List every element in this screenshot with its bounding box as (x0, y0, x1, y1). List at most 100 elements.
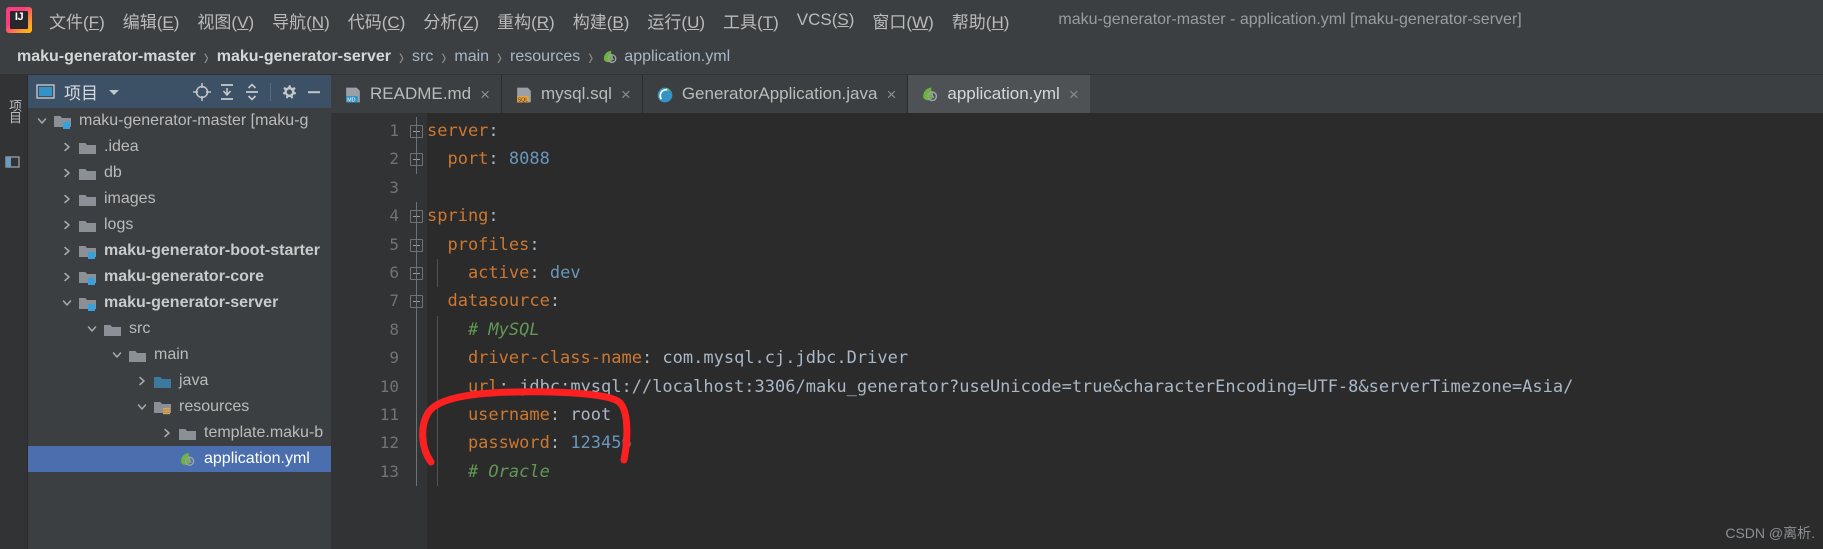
tab-application-yml[interactable]: application.yml × (907, 75, 1090, 113)
tool-window-button-project[interactable]: 项目 (2, 83, 26, 139)
breadcrumb-item[interactable]: maku-generator-master (12, 47, 201, 67)
tree-item-java[interactable]: java (28, 368, 331, 394)
menu-item-view[interactable]: 视图(V) (188, 4, 263, 37)
tree-item-logs[interactable]: logs (28, 212, 331, 238)
menu-item-build[interactable]: 构建(B) (564, 4, 639, 37)
minimize-icon[interactable] (303, 81, 325, 103)
menu-item-window[interactable]: 窗口(W) (863, 4, 942, 37)
menu-item-help[interactable]: 帮助(H) (943, 4, 1019, 37)
code-token-plain: jdbc:mysql://localhost:3306/maku_generat… (519, 376, 1574, 397)
chevron-right-icon[interactable] (59, 217, 75, 233)
structure-icon[interactable] (5, 155, 23, 171)
breadcrumb-item[interactable]: main (449, 47, 494, 67)
menu-item-analyze[interactable]: 分析(Z) (414, 4, 488, 37)
breadcrumb-item[interactable]: resources (505, 47, 585, 67)
menu-item-label: 文件( (49, 12, 89, 32)
code-line[interactable]: active: dev (427, 259, 581, 287)
tab-readme[interactable]: MD README.md × (331, 75, 501, 113)
menu-item-navigate[interactable]: 导航(N) (263, 4, 339, 37)
close-icon[interactable]: × (1069, 86, 1079, 103)
code-line[interactable]: # MySQL (427, 316, 540, 344)
project-tree[interactable]: maku-generator-master [maku-g .idea db imag… (28, 108, 331, 549)
chevron-down-icon[interactable] (34, 113, 50, 129)
tree-item-boot-starter[interactable]: maku-generator-boot-starter (28, 238, 331, 264)
line-number: 7 (389, 291, 399, 311)
menu-item-tools[interactable]: 工具(T) (714, 4, 788, 37)
code-line[interactable]: spring: (427, 202, 499, 230)
code-line[interactable]: password: 123456 (427, 429, 632, 457)
close-icon[interactable]: × (886, 86, 896, 103)
chevron-right-icon[interactable] (59, 269, 75, 285)
expand-all-icon[interactable] (216, 81, 238, 103)
breadcrumb-label: maku-generator-master (17, 48, 196, 65)
close-icon[interactable]: × (621, 86, 631, 103)
tree-item-idea[interactable]: .idea (28, 134, 331, 160)
chevron-down-icon[interactable] (59, 295, 75, 311)
chevron-right-icon[interactable] (59, 243, 75, 259)
code-line[interactable]: url: jdbc:mysql://localhost:3306/maku_ge… (427, 373, 1573, 401)
tab-label: mysql.sql (541, 84, 612, 103)
collapse-all-icon[interactable] (241, 81, 263, 103)
menu-item-run[interactable]: 运行(U) (638, 4, 714, 37)
intellij-logo-icon: IJ (6, 7, 32, 33)
chevron-right-icon[interactable] (59, 139, 75, 155)
module-folder-icon (78, 269, 97, 286)
code-line[interactable]: port: 8088 (427, 145, 549, 173)
tree-item-label: application.yml (204, 450, 310, 467)
code-line[interactable]: # Oracle (427, 458, 550, 486)
chevron-down-icon[interactable] (84, 321, 100, 337)
breadcrumb-item[interactable]: application.yml (596, 47, 735, 67)
chevron-right-icon[interactable] (159, 425, 175, 441)
menu-item-mnemonic: N (311, 12, 325, 32)
project-panel-title: 项目 (64, 84, 98, 103)
gear-icon[interactable] (278, 81, 300, 103)
fold-gutter[interactable] (405, 113, 427, 549)
menu-bar: IJ 文件(F) 编辑(E) 视图(V) 导航(N) 代码(C) 分析(Z) 重构(R) 构建… (0, 0, 1823, 40)
menu-item-mnemonic: H (991, 12, 1004, 32)
menu-item-paren: ) (1003, 12, 1010, 32)
code-line[interactable]: profiles: (427, 231, 539, 259)
tree-item-resources[interactable]: resources (28, 394, 331, 420)
tree-item-db[interactable]: db (28, 160, 331, 186)
toolbar-divider (270, 82, 271, 101)
chevron-down-icon[interactable] (109, 347, 125, 363)
close-icon[interactable]: × (480, 86, 490, 103)
menu-item-code[interactable]: 代码(C) (339, 4, 415, 37)
chevron-right-icon[interactable] (134, 373, 150, 389)
code-token-colon: : (549, 433, 571, 454)
code-editor[interactable]: 1 2 3 4 5 6 7 8 9 10 11 12 13 server: port: 8088 spri… (331, 113, 1823, 549)
editor-gutter[interactable]: 1 2 3 4 5 6 7 8 9 10 11 12 13 (331, 113, 405, 549)
tree-item-application-yml[interactable]: application.yml (28, 446, 331, 472)
line-number: 10 (379, 376, 399, 396)
menu-item-vcs[interactable]: VCS(S) (788, 6, 864, 34)
chevron-right-icon[interactable] (59, 191, 75, 207)
code-line[interactable]: driver-class-name: com.mysql.cj.jdbc.Dri… (427, 344, 908, 372)
menu-item-label: VCS( (796, 10, 838, 29)
menu-item-mnemonic: R (536, 12, 550, 32)
tree-item-main[interactable]: main (28, 342, 331, 368)
breadcrumb-item[interactable]: src (407, 47, 438, 67)
locate-target-icon[interactable] (191, 81, 213, 103)
code-token-key: spring (427, 206, 489, 227)
line-number: 9 (389, 348, 399, 368)
tab-generator-java[interactable]: GeneratorApplication.java × (641, 75, 908, 113)
tree-item-template-maku[interactable]: template.maku-b (28, 420, 331, 446)
code-line[interactable]: username: root (427, 401, 611, 429)
chevron-down-icon[interactable] (103, 81, 125, 103)
menu-item-edit[interactable]: 编辑(E) (114, 4, 189, 37)
code-line[interactable]: server: (427, 117, 499, 145)
tab-mysql-sql[interactable]: SQL mysql.sql × (501, 75, 642, 113)
menu-item-file[interactable]: 文件(F) (40, 4, 114, 37)
breadcrumb-item[interactable]: maku-generator-server (212, 47, 396, 67)
code-area[interactable]: server: port: 8088 spring: profiles: acti… (427, 113, 1823, 549)
tree-item-images[interactable]: images (28, 186, 331, 212)
menu-item-refactor[interactable]: 重构(R) (488, 4, 564, 37)
code-token-key: password (427, 433, 550, 454)
tree-item-maku-generator-master[interactable]: maku-generator-master [maku-g (28, 108, 331, 134)
chevron-right-icon[interactable] (59, 165, 75, 181)
code-line[interactable]: datasource: (427, 287, 560, 315)
tree-item-src[interactable]: src (28, 316, 331, 342)
tree-item-core[interactable]: maku-generator-core (28, 264, 331, 290)
tree-item-server[interactable]: maku-generator-server (28, 290, 331, 316)
chevron-down-icon[interactable] (134, 399, 150, 415)
